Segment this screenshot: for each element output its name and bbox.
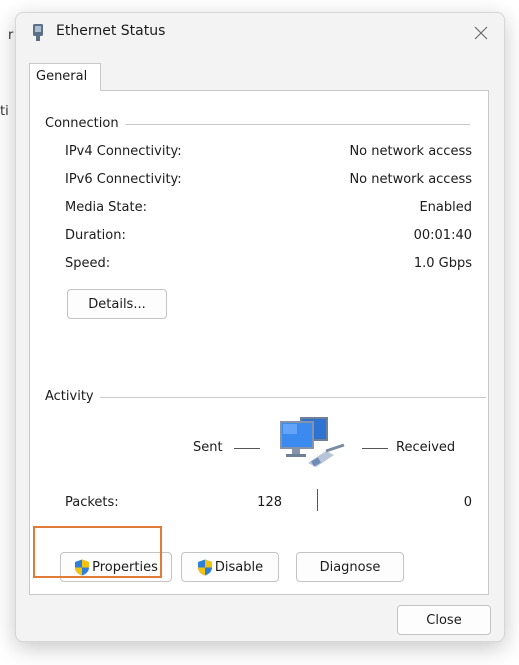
- close-button[interactable]: Close: [397, 605, 491, 635]
- packets-divider: [317, 489, 318, 511]
- packets-received-value: 0: [463, 495, 472, 510]
- sent-label: Sent: [193, 440, 223, 455]
- tab-general[interactable]: General: [29, 63, 101, 91]
- packets-sent-value: 128: [257, 495, 282, 510]
- ipv4-connectivity-value: No network access: [349, 144, 472, 159]
- disable-button[interactable]: Disable: [181, 552, 279, 582]
- details-button[interactable]: Details...: [67, 289, 167, 319]
- window-title: Ethernet Status: [56, 23, 166, 39]
- ipv4-connectivity-label: IPv4 Connectivity:: [65, 144, 182, 159]
- general-tab-panel: Connection IPv4 Connectivity: No network…: [29, 90, 489, 595]
- ipv6-connectivity-label: IPv6 Connectivity:: [65, 172, 182, 187]
- title-bar: Ethernet Status: [16, 13, 504, 53]
- properties-highlight-box: [33, 526, 162, 578]
- activity-group-label: Activity: [45, 389, 100, 404]
- diagnose-button[interactable]: Diagnose: [296, 552, 404, 582]
- received-line: [362, 448, 388, 449]
- ipv6-connectivity-value: No network access: [349, 172, 472, 187]
- disable-button-label: Disable: [214, 559, 264, 575]
- speed-label: Speed:: [65, 256, 111, 271]
- sent-line: [234, 448, 260, 449]
- activity-group-divider: [50, 397, 486, 398]
- background-text-fragment: ti: [0, 104, 9, 119]
- packets-label: Packets:: [65, 495, 119, 510]
- speed-value: 1.0 Gbps: [413, 256, 472, 271]
- duration-label: Duration:: [65, 228, 126, 243]
- network-adapter-icon: [31, 24, 45, 42]
- connection-group-label: Connection: [45, 116, 125, 131]
- media-state-value: Enabled: [419, 200, 472, 215]
- uac-shield-icon: [197, 559, 212, 575]
- received-label: Received: [396, 440, 456, 455]
- network-computers-icon: [274, 411, 350, 473]
- close-icon[interactable]: [464, 19, 498, 47]
- media-state-label: Media State:: [65, 200, 147, 215]
- background-text-fragment: r: [8, 28, 14, 43]
- duration-value: 00:01:40: [413, 228, 472, 243]
